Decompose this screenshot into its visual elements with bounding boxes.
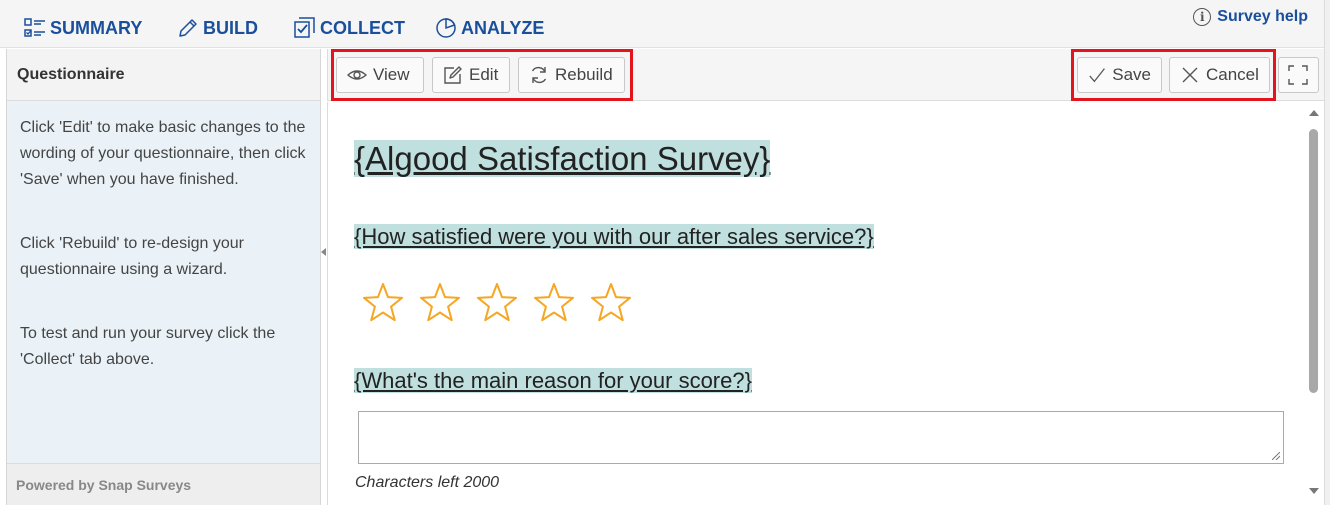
window-edge xyxy=(1324,0,1330,505)
powered-by-footer: Powered by Snap Surveys xyxy=(7,463,320,505)
characters-left: Characters left 2000 xyxy=(355,474,500,491)
scroll-down-arrow-icon[interactable] xyxy=(1309,488,1319,494)
tab-summary-label: SUMMARY xyxy=(50,17,143,38)
star-icon[interactable] xyxy=(360,280,406,326)
fullscreen-icon xyxy=(1288,65,1308,85)
collapse-sidebar-handle[interactable] xyxy=(321,248,326,256)
reason-textarea[interactable] xyxy=(358,411,1284,464)
survey-help-label: Survey help xyxy=(1217,8,1308,25)
tab-summary[interactable]: SUMMARY xyxy=(24,14,142,42)
scrollbar-thumb[interactable] xyxy=(1309,129,1318,393)
tab-build[interactable]: BUILD xyxy=(177,14,258,42)
tab-analyze-label: ANALYZE xyxy=(461,17,545,38)
pencil-icon xyxy=(179,19,197,37)
tab-analyze[interactable]: ANALYZE xyxy=(435,14,544,42)
star-icon[interactable] xyxy=(474,280,520,326)
scrollbar[interactable] xyxy=(1306,110,1322,494)
sidebar-title: Questionnaire xyxy=(7,49,320,101)
star-icon[interactable] xyxy=(588,280,634,326)
summary-list-icon xyxy=(24,18,45,37)
star-icon[interactable] xyxy=(531,280,577,326)
question-2-text: {What's the main reason for your score?} xyxy=(354,368,752,393)
sidebar-instructions: Click 'Edit' to make basic changes to th… xyxy=(7,101,320,425)
highlight-box-save-cancel xyxy=(1071,49,1276,101)
pie-chart-icon xyxy=(436,18,456,38)
star-rating[interactable] xyxy=(360,280,645,326)
tab-collect-label: COLLECT xyxy=(320,17,405,38)
question-1-text: {How satisfied were you with our after s… xyxy=(354,224,874,249)
instruction-edit: Click 'Edit' to make basic changes to th… xyxy=(20,119,306,188)
resize-handle-icon[interactable] xyxy=(1272,452,1280,460)
collect-checkbox-icon xyxy=(294,17,315,38)
highlight-box-view-edit-rebuild xyxy=(331,49,633,101)
questionnaire-sidebar: Questionnaire Click 'Edit' to make basic… xyxy=(6,49,321,505)
survey-title-text: {Algood Satisfaction Survey} xyxy=(354,140,771,177)
survey-title[interactable]: {Algood Satisfaction Survey} xyxy=(354,140,771,178)
star-icon[interactable] xyxy=(417,280,463,326)
info-icon: i xyxy=(1193,8,1212,26)
instruction-collect: To test and run your survey click the 'C… xyxy=(20,325,276,368)
instruction-rebuild: Click 'Rebuild' to re-design your questi… xyxy=(20,235,244,278)
survey-help-link[interactable]: i Survey help xyxy=(1193,8,1308,26)
question-1[interactable]: {How satisfied were you with our after s… xyxy=(354,224,874,250)
question-2[interactable]: {What's the main reason for your score?} xyxy=(354,368,752,394)
tab-collect[interactable]: COLLECT xyxy=(294,14,405,42)
fullscreen-button[interactable] xyxy=(1278,57,1319,93)
questionnaire-preview: {Algood Satisfaction Survey} {How satisf… xyxy=(327,102,1324,505)
top-nav: SUMMARY BUILD COLLECT ANALYZE i Survey h… xyxy=(0,0,1330,48)
scroll-up-arrow-icon[interactable] xyxy=(1309,110,1319,116)
tab-build-label: BUILD xyxy=(203,17,258,38)
